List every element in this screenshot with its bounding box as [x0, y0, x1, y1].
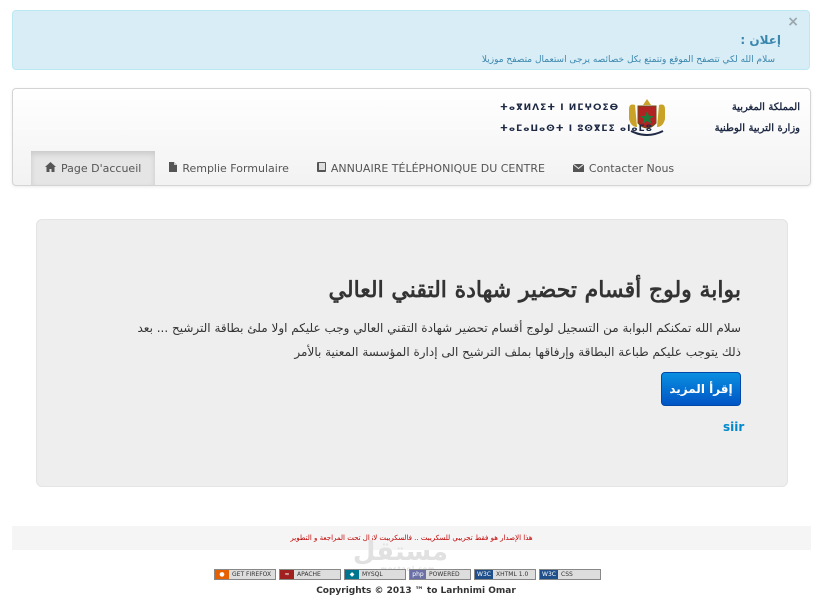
ministry-tz-line2: ⵜⴰⵎⴰⵡⴰⵙⵜ ⵏ ⵓⵙⴳⵎⵉ ⴰⵏⴰⵎⵓ [500, 124, 654, 134]
nav-item-home[interactable]: Page D'accueil [31, 151, 156, 185]
firefox-icon: ● [215, 570, 229, 579]
badge-label: MYSQL [362, 571, 383, 578]
php-badge[interactable]: php POWERED [409, 569, 471, 580]
badge-label: CSS [561, 571, 573, 578]
file-icon [169, 161, 178, 175]
nav-item-label: ANNUAIRE TÉLÉPHONIQUE DU CENTRE [330, 161, 545, 175]
nav-item-label: Contacter Nous [588, 161, 675, 175]
badge-label: GET FIREFOX [232, 571, 272, 578]
hero-unit: بوابة ولوج أقسام تحضير شهادة التقني العا… [36, 219, 788, 487]
nav-item-label: Page D'accueil [61, 161, 142, 175]
ministry-tz-line1: ⵜⴰⴳⵍⴷⵉⵜ ⵏ ⵍⵎⵖⵔⵉⴱ [500, 103, 620, 113]
ministry-ar-line2: وزارة التربية الوطنية [714, 123, 800, 134]
hero-paragraph-line2: ذلك يتوجب عليكم طباعة البطاقة وإرفاقها ب… [294, 345, 741, 359]
badge-label: APACHE [297, 571, 321, 578]
w3c-icon: W3C [475, 570, 493, 579]
site-header: المملكة المغربية وزارة التربية الوطنية ⵜ… [12, 88, 811, 186]
apache-badge[interactable]: ≈ APACHE [279, 569, 341, 580]
announcement-alert: × إعلان : سلام الله لكي تتصفح الموقع وتت… [12, 10, 810, 70]
siir-link[interactable]: siir [723, 420, 744, 434]
close-icon[interactable]: × [787, 14, 799, 30]
firefox-badge[interactable]: ● GET FIREFOX [214, 569, 276, 580]
ministry-logo[interactable]: المملكة المغربية وزارة التربية الوطنية ⵜ… [500, 95, 800, 141]
alert-title: إعلان : [740, 33, 781, 47]
nav-item-label: Remplie Formulaire [182, 161, 289, 175]
nav-item-contact[interactable]: Contacter Nous [559, 151, 688, 185]
badge-label: POWERED [429, 571, 460, 578]
mysql-badge[interactable]: ◆ MYSQL [344, 569, 406, 580]
copyright: Copyrights © 2013 ™ to Larhnimi Omar [316, 586, 516, 596]
book-icon [316, 161, 326, 175]
watermark-logo: مستقل mostaql.com [353, 537, 448, 573]
watermark-text: مستقل [352, 537, 448, 567]
ministry-ar-line1: المملكة المغربية [731, 102, 800, 113]
badge-row: ● GET FIREFOX ≈ APACHE ◆ MYSQL php POWER… [214, 569, 601, 580]
page-title: بوابة ولوج أقسام تحضير شهادة التقني العا… [328, 277, 741, 303]
w3c-icon: W3C [540, 570, 558, 579]
php-icon: php [410, 570, 426, 579]
read-more-button[interactable]: إقرأ المزيد [661, 372, 741, 406]
apache-icon: ≈ [280, 570, 294, 579]
mysql-icon: ◆ [345, 570, 359, 579]
badge-label: XHTML 1.0 [496, 571, 529, 578]
home-icon [45, 161, 56, 175]
xhtml-badge[interactable]: W3C XHTML 1.0 [474, 569, 536, 580]
alert-message: سلام الله لكي تتصفح الموقع وتتمتع بكل خص… [481, 55, 775, 65]
nav-item-directory[interactable]: ANNUAIRE TÉLÉPHONIQUE DU CENTRE [303, 151, 559, 185]
envelope-icon [572, 162, 585, 175]
main-nav: Page D'accueil Remplie Formulaire ANNUAI… [31, 151, 688, 185]
css-badge[interactable]: W3C CSS [539, 569, 601, 580]
nav-item-form[interactable]: Remplie Formulaire [155, 151, 303, 185]
hero-paragraph-line1: سلام الله تمكنكم البوابة من التسجيل لولو… [137, 321, 741, 335]
